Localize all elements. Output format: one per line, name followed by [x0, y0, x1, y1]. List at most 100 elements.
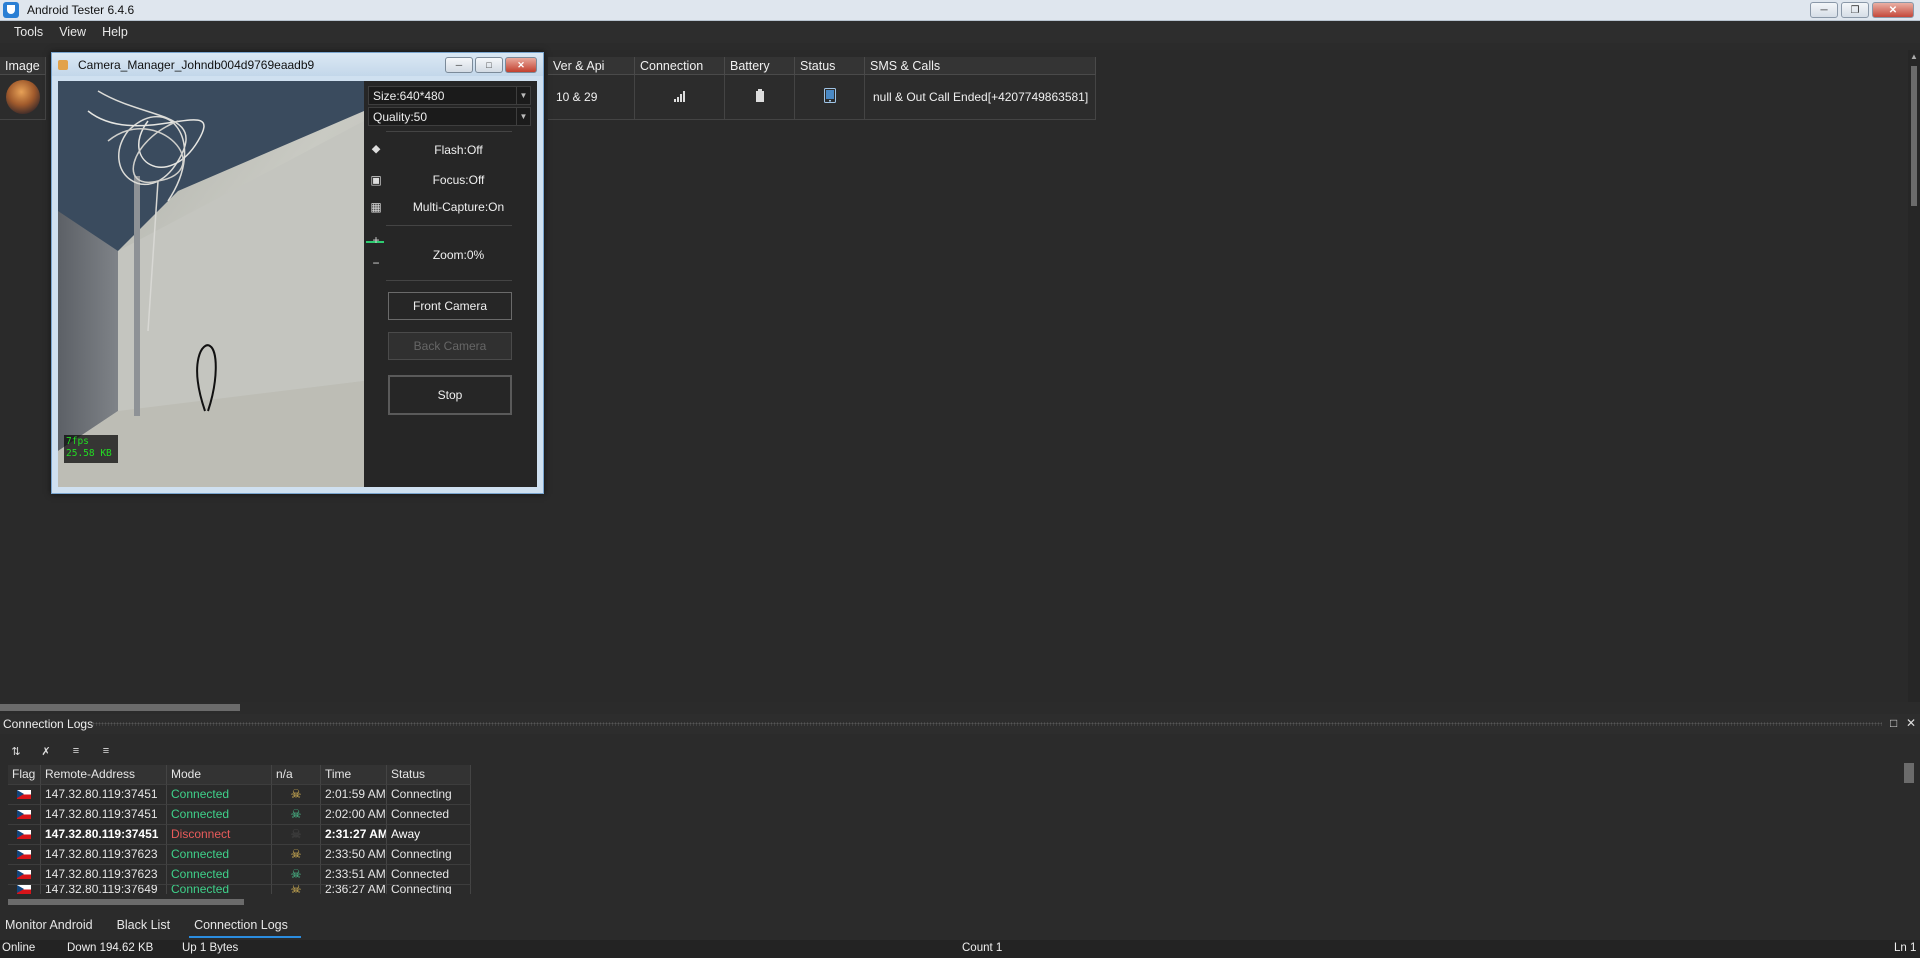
size-select-value: Size:640*480 — [373, 89, 445, 103]
table-row[interactable]: 147.32.80.119:37451 Connected ☠ 2:02:00 … — [8, 805, 471, 825]
menu-tools[interactable]: Tools — [6, 25, 51, 39]
scroll-up-icon[interactable]: ▲ — [1910, 52, 1918, 61]
divider — [386, 131, 512, 132]
window-titlebar: Android Tester 6.4.6 ─ ❐ ✕ — [0, 0, 1920, 21]
multi-capture-toggle[interactable]: ▦ Multi-Capture:On — [364, 197, 537, 217]
device-sms-calls[interactable]: null & Out Call Ended[+4207749863581] — [865, 75, 1096, 120]
row-address: 147.32.80.119:37451 — [41, 785, 167, 805]
clear-icon[interactable]: ✗ — [38, 745, 54, 758]
col-na[interactable]: n/a — [272, 765, 321, 785]
connection-logs-title: Connection Logs — [3, 717, 94, 731]
stop-button[interactable]: Stop — [388, 375, 512, 415]
focus-toggle[interactable]: ▣ Focus:Off — [364, 170, 537, 190]
row-address: 147.32.80.119:37623 — [41, 865, 167, 885]
row-status: Connected — [387, 805, 471, 825]
zoom-out-button[interactable]: − — [364, 253, 388, 273]
table-row[interactable]: 147.32.80.119:37623 Connected ☠ 2:33:50 … — [8, 845, 471, 865]
quality-select[interactable]: Quality:50 ▼ — [368, 107, 531, 126]
row-mode: Connected — [167, 885, 272, 894]
menu-help[interactable]: Help — [94, 25, 136, 39]
focus-icon: ▣ — [370, 173, 382, 187]
col-sms-calls[interactable]: SMS & Calls — [865, 57, 1096, 75]
size-select[interactable]: Size:640*480 ▼ — [368, 86, 531, 105]
row-status: Connecting — [387, 785, 471, 805]
czech-flag-icon — [17, 830, 31, 840]
col-status[interactable]: Status — [795, 57, 865, 75]
logs-horizontal-scroll-thumb[interactable] — [8, 899, 244, 905]
device-ver-api[interactable]: 10 & 29 — [548, 75, 635, 120]
skull-icon: ☠ — [290, 827, 302, 841]
minus-icon: − — [372, 256, 380, 270]
table-row[interactable]: 147.32.80.119:37623 Connected ☠ 2:33:51 … — [8, 865, 471, 885]
status-count: Count 1 — [962, 942, 1003, 954]
grid-scroll-thumb[interactable] — [1911, 66, 1917, 206]
restore-button[interactable]: ❐ — [1841, 2, 1869, 18]
flash-toggle[interactable]: ⯁ Flash:Off — [364, 140, 537, 160]
czech-flag-icon — [17, 885, 31, 894]
menu-view[interactable]: View — [51, 25, 94, 39]
czech-flag-icon — [17, 810, 31, 820]
panel-grip[interactable] — [92, 722, 1882, 726]
grid-vertical-scrollbar[interactable]: ▲ — [1908, 50, 1920, 702]
row-mode: Disconnect — [167, 825, 272, 845]
device-image-cell[interactable] — [0, 75, 46, 120]
logs-vertical-scroll-thumb[interactable] — [1904, 763, 1914, 783]
grid-horizontal-scroll-thumb[interactable] — [0, 704, 240, 711]
flash-label: Flash:Off — [434, 143, 483, 157]
maximize-panel-icon[interactable]: □ — [1890, 716, 1897, 730]
col-battery[interactable]: Battery — [725, 57, 795, 75]
tab-monitor-android[interactable]: Monitor Android — [0, 915, 98, 937]
minimize-button[interactable]: ─ — [1810, 2, 1838, 18]
zoom-in-button[interactable]: + — [364, 230, 388, 250]
table-row[interactable]: 147.32.80.119:37451 Connected ☠ 2:01:59 … — [8, 785, 471, 805]
col-image[interactable]: Image — [0, 57, 46, 75]
frame-size-value: 25.58 KB — [66, 448, 112, 459]
device-battery[interactable] — [725, 75, 795, 120]
connection-logs-table: Flag Remote-Address Mode n/a Time Status… — [8, 765, 471, 894]
col-remote-address[interactable]: Remote-Address — [41, 765, 167, 785]
shield-icon — [3, 2, 19, 18]
col-time[interactable]: Time — [321, 765, 387, 785]
device-connection[interactable] — [635, 75, 725, 120]
czech-flag-icon — [17, 870, 31, 880]
dialog-window-controls: ─ □ ✕ — [445, 57, 537, 73]
col-flag[interactable]: Flag — [8, 765, 41, 785]
front-camera-button[interactable]: Front Camera — [388, 292, 512, 320]
camera-controls-panel: Size:640*480 ▼ Quality:50 ▼ ⯁ Flash:Off … — [364, 81, 537, 487]
dialog-title: Camera_Manager_Johndb004d9769eaadb9 — [78, 57, 315, 72]
clear-list-icon[interactable]: ≡ — [68, 745, 84, 758]
chevron-down-icon[interactable]: ▼ — [516, 108, 530, 125]
focus-label: Focus:Off — [432, 173, 485, 187]
col-connection[interactable]: Connection — [635, 57, 725, 75]
row-time: 2:36:27 AM — [321, 885, 387, 894]
dialog-maximize-button[interactable]: □ — [475, 57, 503, 73]
col-ver-api[interactable]: Ver & Api — [548, 57, 635, 75]
tab-connection-logs[interactable]: Connection Logs — [189, 915, 301, 938]
tab-black-list[interactable]: Black List — [112, 915, 176, 937]
row-address: 147.32.80.119:37623 — [41, 845, 167, 865]
logs-toolbar: ⇅ ✗ ≡ ≡ — [8, 745, 114, 758]
row-mode: Connected — [167, 805, 272, 825]
col-mode[interactable]: Mode — [167, 765, 272, 785]
row-time: 2:33:51 AM — [321, 865, 387, 885]
battery-icon — [755, 89, 764, 105]
row-status: Connected — [387, 865, 471, 885]
device-status[interactable] — [795, 75, 865, 120]
zoom-level: Zoom:0% — [388, 245, 537, 265]
camera-icon — [58, 59, 68, 70]
col-status[interactable]: Status — [387, 765, 471, 785]
row-address: 147.32.80.119:37451 — [41, 805, 167, 825]
fps-value: 7fps — [66, 436, 89, 447]
filter-icon[interactable]: ≡ — [98, 745, 114, 758]
gallery-icon: ▦ — [370, 200, 382, 214]
dialog-close-button[interactable]: ✕ — [505, 57, 537, 73]
close-panel-icon[interactable]: ✕ — [1906, 716, 1916, 730]
back-camera-button[interactable]: Back Camera — [388, 332, 512, 360]
close-button[interactable]: ✕ — [1872, 2, 1914, 18]
table-row[interactable]: 147.32.80.119:37451 Disconnect ☠ 2:31:27… — [8, 825, 471, 845]
chevron-down-icon[interactable]: ▼ — [516, 87, 530, 104]
skull-icon: ☠ — [290, 867, 302, 881]
dialog-minimize-button[interactable]: ─ — [445, 57, 473, 73]
table-row[interactable]: 147.32.80.119:37649 Connected ☠ 2:36:27 … — [8, 885, 471, 894]
sort-icon[interactable]: ⇅ — [8, 745, 24, 758]
